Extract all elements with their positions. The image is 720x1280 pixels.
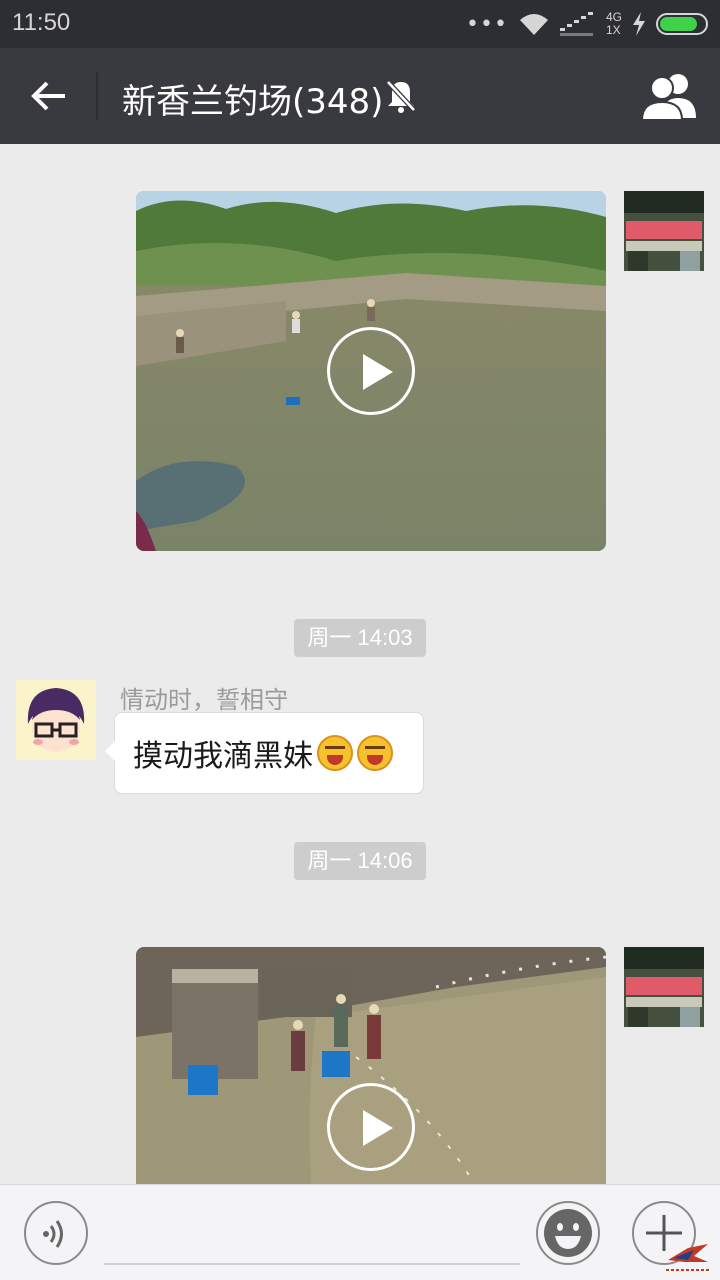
charging-icon bbox=[633, 12, 645, 36]
battery-icon bbox=[656, 13, 708, 35]
avatar[interactable] bbox=[624, 947, 704, 1027]
voice-icon bbox=[43, 1220, 63, 1248]
group-members-icon[interactable] bbox=[640, 70, 700, 122]
back-button[interactable] bbox=[22, 70, 76, 122]
battery-level bbox=[660, 17, 697, 31]
chat-area[interactable]: 周一 14:03 情动时，誓相守 摸动我滴黑妹 周一 14:06 bbox=[0, 144, 720, 1184]
avatar-image bbox=[624, 947, 704, 1027]
emoji-button[interactable] bbox=[536, 1201, 600, 1265]
title-bar: 新香兰钓场(348) bbox=[0, 48, 720, 144]
message-text: 摸动我滴黑妹 bbox=[133, 739, 313, 774]
avatar[interactable] bbox=[16, 680, 96, 760]
laughing-emoji-icon bbox=[317, 735, 353, 771]
video-message[interactable] bbox=[136, 947, 606, 1184]
avatar-image bbox=[624, 191, 704, 271]
video-message[interactable] bbox=[136, 191, 606, 551]
message-input[interactable] bbox=[104, 1263, 520, 1265]
title-divider bbox=[96, 72, 98, 120]
watermark-logo-icon bbox=[666, 1244, 710, 1271]
timestamp: 周一 14:06 bbox=[294, 842, 426, 880]
laughing-emoji-icon bbox=[357, 735, 393, 771]
avatar[interactable] bbox=[624, 191, 704, 271]
play-icon[interactable] bbox=[327, 327, 415, 415]
network-type: 4G 1X bbox=[605, 10, 622, 37]
sender-name: 情动时，誓相守 bbox=[120, 686, 288, 714]
signal-icon bbox=[559, 12, 593, 36]
status-icons: ••• 4G 1X bbox=[466, 8, 708, 40]
status-time: 11:50 bbox=[12, 9, 71, 36]
voice-button[interactable] bbox=[24, 1201, 88, 1265]
emoji-icon bbox=[544, 1209, 592, 1257]
status-bar: 11:50 ••• 4G 1X bbox=[0, 0, 720, 48]
wifi-icon bbox=[519, 14, 548, 35]
chat-title: 新香兰钓场(348) bbox=[122, 82, 384, 122]
bubble-tail bbox=[105, 741, 115, 761]
text-message[interactable]: 摸动我滴黑妹 bbox=[105, 712, 424, 794]
play-icon[interactable] bbox=[327, 1083, 415, 1171]
bell-muted-icon bbox=[386, 80, 416, 113]
input-bar bbox=[0, 1184, 720, 1280]
avatar-image bbox=[16, 680, 96, 760]
more-notifications-icon: ••• bbox=[466, 11, 508, 37]
back-arrow-icon bbox=[31, 81, 65, 111]
timestamp: 周一 14:03 bbox=[294, 619, 426, 657]
